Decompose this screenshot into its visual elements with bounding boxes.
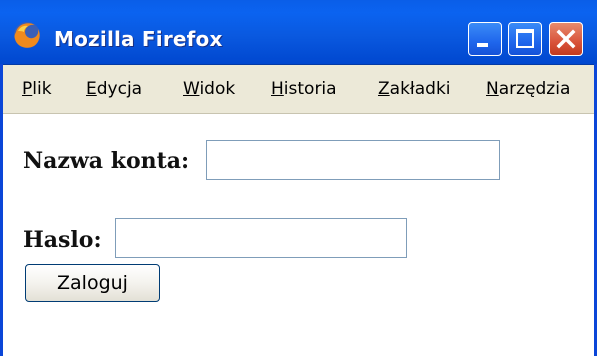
menu-mnemonic: E [86, 79, 97, 99]
page-content: Nazwa konta: Haslo: Zaloguj [3, 114, 594, 356]
maximize-icon [516, 29, 534, 48]
password-input[interactable] [115, 218, 407, 258]
menu-label: idok [199, 79, 236, 99]
menu-mnemonic: H [271, 79, 284, 99]
title-bar[interactable]: Mozilla Firefox [0, 0, 597, 65]
firefox-icon [12, 20, 42, 50]
menu-label: akładki [389, 79, 451, 99]
menu-item-edycja[interactable]: Edycja [86, 79, 142, 99]
menu-mnemonic: P [22, 79, 33, 99]
window-frame-left [0, 64, 3, 356]
menu-item-narzedzia[interactable]: Narzędzia [486, 79, 570, 99]
close-icon [556, 29, 576, 49]
login-button[interactable]: Zaloguj [25, 264, 160, 302]
menu-label: arzędzia [498, 79, 571, 99]
menu-item-widok[interactable]: Widok [183, 79, 235, 99]
close-button[interactable] [549, 22, 583, 56]
minimize-button[interactable] [468, 22, 502, 56]
window-title: Mozilla Firefox [54, 27, 223, 51]
menu-label: istoria [283, 79, 337, 99]
menu-item-historia[interactable]: Historia [271, 79, 337, 99]
menu-item-plik[interactable]: Plik [22, 79, 52, 99]
menu-mnemonic: W [183, 79, 200, 99]
account-name-input[interactable] [206, 140, 500, 180]
maximize-button[interactable] [508, 22, 542, 56]
menu-label: dycja [96, 79, 143, 99]
menu-mnemonic: Z [378, 79, 390, 99]
menu-bar: Plik Edycja Widok Historia Zakładki Narz… [3, 65, 594, 114]
account-name-label: Nazwa konta: [23, 148, 190, 174]
minimize-icon [477, 43, 488, 47]
menu-label: lik [32, 79, 52, 99]
password-label: Haslo: [23, 227, 102, 253]
browser-window: Mozilla Firefox Plik Edycja Widok Histor… [0, 0, 597, 356]
menu-item-zakladki[interactable]: Zakładki [378, 79, 451, 99]
menu-mnemonic: N [486, 79, 499, 99]
